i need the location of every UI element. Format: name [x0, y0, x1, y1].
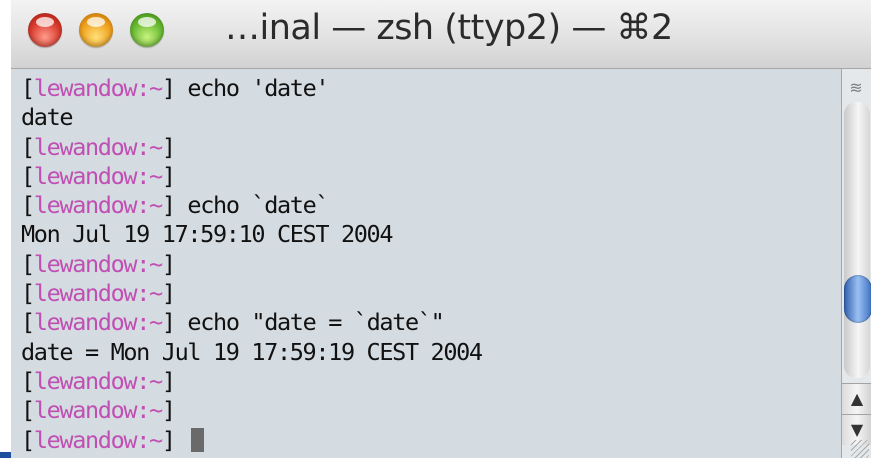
command-text: echo `date` — [174, 191, 329, 220]
terminal-prompt-line: [lewandow:~] — [21, 426, 482, 455]
prompt-user: lewandow — [33, 132, 138, 161]
prompt-user: lewandow — [33, 396, 138, 425]
command-text: echo "date = `date`" — [174, 308, 444, 337]
scroll-up-arrow-icon[interactable]: ▲ — [842, 383, 871, 414]
terminal-prompt-line: [lewandow:~] echo 'date' — [21, 74, 482, 103]
terminal-output[interactable]: [lewandow:~] echo 'date' date [lewandow:~]… — [11, 69, 841, 458]
output-text: date — [21, 103, 74, 132]
terminal-prompt-line: [lewandow:~] — [21, 367, 482, 396]
prompt-path: :~ — [136, 74, 163, 102]
prompt-bracket: [ — [21, 425, 35, 454]
output-text: Mon Jul 19 17:59:10 CEST 2004 — [21, 220, 394, 249]
prompt-user: lewandow — [33, 279, 138, 308]
prompt-user: lewandow — [33, 191, 138, 220]
prompt-bracket-close: ] — [161, 366, 176, 395]
prompt-bracket: [ — [21, 249, 35, 278]
prompt-bracket-close: ] — [161, 396, 176, 425]
prompt-bracket: [ — [21, 161, 35, 190]
prompt-path: :~ — [136, 396, 163, 425]
terminal-prompt-line: [lewandow:~] — [21, 250, 482, 279]
output-text: date = Mon Jul 19 17:59:19 CEST 2004 — [21, 337, 483, 366]
terminal-prompt-line: [lewandow:~] — [21, 162, 482, 191]
prompt-bracket-close: ] — [161, 425, 176, 454]
prompt-path: :~ — [136, 249, 163, 278]
prompt-path: :~ — [136, 279, 163, 308]
terminal-prompt-line: [lewandow:~] echo "date = `date`" — [21, 308, 482, 337]
prompt-bracket: [ — [21, 74, 35, 102]
prompt-path: :~ — [136, 132, 163, 161]
prompt-user: lewandow — [33, 308, 138, 337]
prompt-bracket: [ — [21, 396, 35, 425]
prompt-path: :~ — [136, 425, 163, 454]
prompt-bracket: [ — [21, 366, 35, 395]
prompt-path: :~ — [136, 366, 163, 395]
prompt-bracket-close: ] — [161, 161, 176, 190]
prompt-user: lewandow — [33, 161, 138, 190]
terminal-prompt-line: [lewandow:~] — [21, 279, 482, 308]
prompt-bracket-close: ] — [161, 308, 176, 337]
terminal-output-line: date — [21, 103, 482, 132]
scrollbar-thumb[interactable] — [844, 275, 871, 323]
zoom-button[interactable] — [130, 13, 164, 47]
terminal-lines: [lewandow:~] echo 'date' date [lewandow:~]… — [21, 74, 483, 455]
prompt-user: lewandow — [33, 366, 138, 395]
prompt-bracket-close: ] — [161, 279, 176, 308]
prompt-bracket-close: ] — [161, 132, 176, 161]
terminal-window: …inal — zsh (ttyp2) — ⌘2 [lewandow:~] ec… — [11, 0, 871, 458]
prompt-bracket-close: ] — [161, 191, 176, 220]
command-text: echo 'date' — [174, 74, 329, 102]
prompt-bracket: [ — [21, 132, 35, 161]
prompt-path: :~ — [136, 161, 163, 190]
title-bar[interactable]: …inal — zsh (ttyp2) — ⌘2 — [11, 0, 871, 69]
prompt-path: :~ — [136, 191, 163, 220]
vertical-scrollbar[interactable]: ≋ ▲ ▼ — [841, 69, 871, 458]
terminal-output-line: date = Mon Jul 19 17:59:19 CEST 2004 — [21, 337, 483, 367]
terminal-prompt-line: [lewandow:~] echo `date` — [21, 191, 482, 220]
prompt-bracket: [ — [21, 279, 35, 308]
scrollbar-track[interactable] — [844, 102, 871, 378]
text-cursor — [191, 427, 205, 452]
prompt-bracket-close: ] — [161, 249, 176, 278]
scrollbar-grip-icon: ≋ — [849, 78, 863, 97]
prompt-bracket: [ — [21, 191, 35, 220]
resize-grip-icon[interactable] — [851, 440, 869, 458]
prompt-bracket-close: ] — [161, 74, 176, 102]
minimize-button[interactable] — [79, 13, 113, 47]
prompt-path: :~ — [136, 308, 163, 337]
prompt-bracket: [ — [21, 308, 35, 337]
terminal-prompt-line: [lewandow:~] — [21, 133, 482, 162]
desktop-edge — [0, 452, 11, 458]
prompt-user: lewandow — [33, 74, 138, 102]
command-text — [175, 426, 188, 454]
window-title: …inal — zsh (ttyp2) — ⌘2 — [225, 8, 673, 48]
prompt-user: lewandow — [33, 425, 138, 454]
terminal-output-line: Mon Jul 19 17:59:10 CEST 2004 — [21, 220, 482, 249]
prompt-user: lewandow — [33, 249, 138, 278]
close-button[interactable] — [28, 13, 62, 47]
terminal-prompt-line: [lewandow:~] — [21, 396, 482, 425]
